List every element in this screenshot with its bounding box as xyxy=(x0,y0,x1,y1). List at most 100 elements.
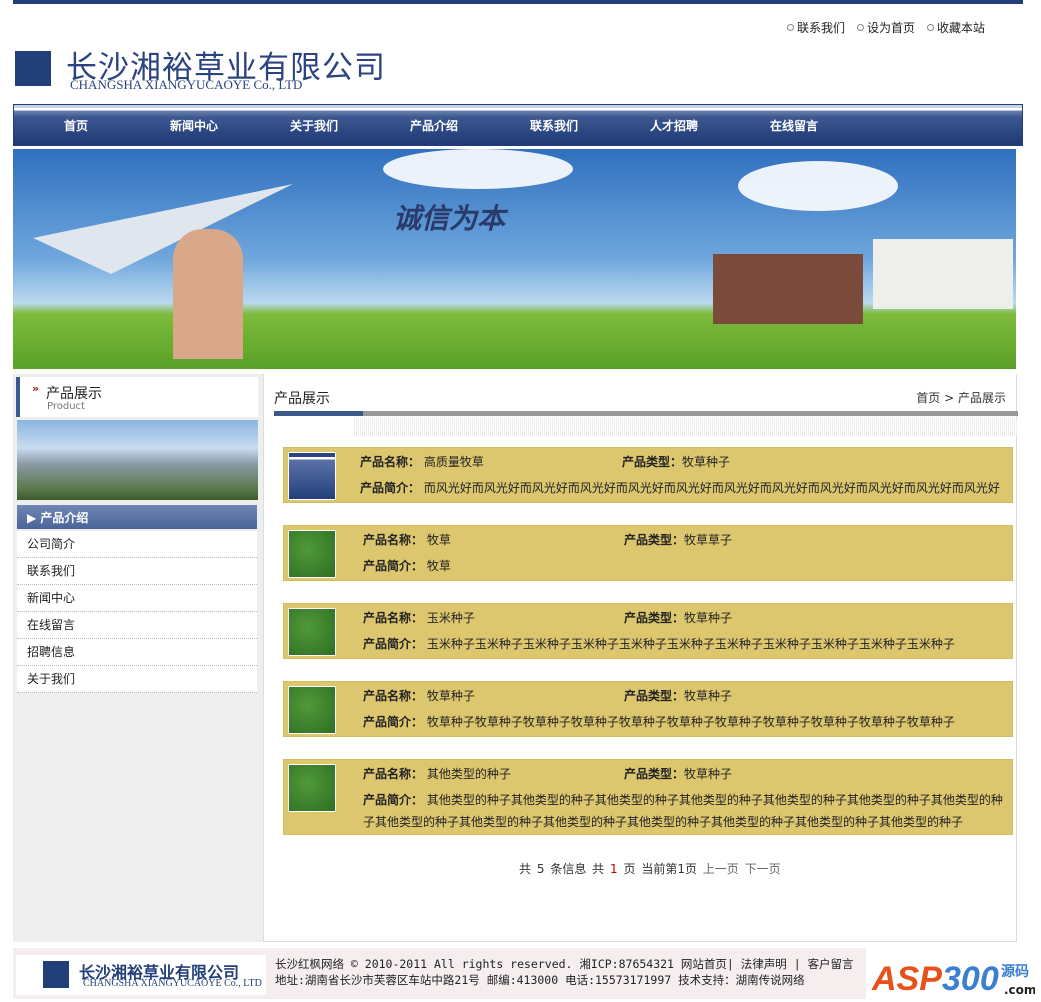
link-label: 联系我们 xyxy=(796,21,845,35)
bullet-icon xyxy=(926,24,934,31)
product-thumbnail[interactable] xyxy=(288,686,336,734)
product-name-row: 产品名称： 玉米种子 xyxy=(363,609,475,626)
pager-text: 共 xyxy=(519,862,532,876)
copyright: 长沙红枫网络 © 2010-2011 All rights reserved. … xyxy=(275,957,674,971)
footer: 长沙湘裕草业有限公司 CHANGSHA XIANGYUCAOYE Co., LT… xyxy=(13,948,866,999)
pagination: 共 5 条信息 共 1 页 当前第1页 上一页 下一页 xyxy=(519,860,781,877)
nav-about[interactable]: 关于我们 xyxy=(290,117,338,134)
top-links: 联系我们 设为首页 收藏本站 xyxy=(786,19,985,36)
footer-link-legal[interactable]: 法律声明 xyxy=(741,957,787,971)
nav-home[interactable]: 首页 xyxy=(64,117,88,134)
sidebar-menu: 公司简介 联系我们 新闻中心 在线留言 招聘信息 关于我们 xyxy=(17,531,257,693)
product-type: 牧草种子 xyxy=(684,611,733,625)
breadcrumb-sep: > xyxy=(944,391,955,405)
product-type-row: 产品类型：牧草草子 xyxy=(624,531,732,548)
svg-text:300: 300 xyxy=(942,960,999,998)
company-name-en: CHANGSHA XIANGYUCAOYE Co., LTD xyxy=(70,77,303,92)
label: 产品类型： xyxy=(624,689,685,703)
set-homepage-link[interactable]: 设为首页 xyxy=(856,19,915,36)
nav-jobs[interactable]: 人才招聘 xyxy=(650,117,698,134)
breadcrumb-home[interactable]: 首页 xyxy=(916,391,940,405)
label: 产品名称： xyxy=(363,689,424,703)
triangle-icon: ▶ xyxy=(27,511,41,525)
sidebar-item-message[interactable]: 在线留言 xyxy=(17,612,257,639)
product-type-row: 产品类型：牧草种子 xyxy=(622,453,730,470)
product-intro-row: 产品简介： 其他类型的种子其他类型的种子其他类型的种子其他类型的种子其他类型的种… xyxy=(363,789,1013,833)
label: 产品简介： xyxy=(363,793,424,807)
house xyxy=(713,254,863,324)
label: 产品简介： xyxy=(363,715,424,729)
product-name-row: 产品名称： 牧草种子 xyxy=(363,687,475,704)
paper-plane xyxy=(33,184,293,274)
footer-link-home[interactable]: 网站首页 xyxy=(681,957,727,971)
banner-image: 诚信为本 xyxy=(13,149,1016,369)
category-label: 产品介绍 xyxy=(40,511,89,525)
cloud xyxy=(383,149,573,189)
product-name[interactable]: 高质量牧草 xyxy=(424,455,484,469)
product-name[interactable]: 其他类型的种子 xyxy=(427,767,511,781)
sidebar-item-company[interactable]: 公司简介 xyxy=(17,531,257,558)
double-chevron-icon: » xyxy=(32,382,40,395)
product-name-row: 产品名称： 其他类型的种子 xyxy=(363,765,511,782)
product-thumbnail[interactable] xyxy=(288,452,336,500)
product-name[interactable]: 玉米种子 xyxy=(427,611,475,625)
pager-current: 当前第1页 xyxy=(641,862,697,876)
main-nav: 首页 新闻中心 关于我们 产品介绍 联系我们 人才招聘 在线留言 xyxy=(13,104,1023,146)
pager-total: 5 xyxy=(536,862,545,876)
hand xyxy=(173,229,243,359)
product-intro: 其他类型的种子其他类型的种子其他类型的种子其他类型的种子其他类型的种子其他类型的… xyxy=(363,793,1003,829)
nav-message[interactable]: 在线留言 xyxy=(770,117,818,134)
label: 产品类型： xyxy=(624,767,685,781)
svg-text:ASP: ASP xyxy=(871,960,942,998)
svg-text:.com: .com xyxy=(1004,983,1035,997)
product-name[interactable]: 牧草 xyxy=(427,533,451,547)
product-intro-row: 产品简介： 牧草种子牧草种子牧草种子牧草种子牧草种子牧草种子牧草种子牧草种子牧草… xyxy=(363,711,1023,733)
label: 产品简介： xyxy=(363,559,424,573)
label: 产品类型： xyxy=(624,611,685,625)
product-thumbnail[interactable] xyxy=(288,608,336,656)
product-intro-row: 产品简介： 而风光好而风光好而风光好而风光好而风光好而风光好而风光好而风光好而风… xyxy=(360,477,1020,499)
sidebar-item-about[interactable]: 关于我们 xyxy=(17,666,257,693)
breadcrumb: 首页 > 产品展示 xyxy=(916,389,1006,406)
product-type: 牧草种子 xyxy=(684,689,733,703)
top-bar xyxy=(13,0,1023,4)
footer-link-message[interactable]: 客户留言 xyxy=(808,957,854,971)
next-page-link[interactable]: 下一页 xyxy=(745,862,781,876)
nav-contact[interactable]: 联系我们 xyxy=(530,117,578,134)
sidebar-title: 产品展示 xyxy=(46,386,102,402)
bookmark-link[interactable]: 收藏本站 xyxy=(926,19,985,36)
breadcrumb-current: 产品展示 xyxy=(957,391,1006,405)
bullet-icon xyxy=(856,24,864,31)
product-name-row: 产品名称： 牧草 xyxy=(363,531,451,548)
prev-page-link[interactable]: 上一页 xyxy=(703,862,739,876)
sidebar-subtitle: Product xyxy=(47,401,85,412)
label: 产品类型： xyxy=(624,533,685,547)
sidebar-item-jobs[interactable]: 招聘信息 xyxy=(17,639,257,666)
nav-products[interactable]: 产品介绍 xyxy=(410,117,458,134)
product-thumbnail[interactable] xyxy=(288,530,336,578)
sidebar-item-news[interactable]: 新闻中心 xyxy=(17,585,257,612)
main-content: 产品展示 首页 > 产品展示 产品名称： 高质量牧草 产品类型：牧草种子 产品简… xyxy=(263,374,1018,942)
asp300-logo[interactable]: ASP 300 源码 .com xyxy=(870,948,1036,999)
page-title: 产品展示 xyxy=(274,391,330,407)
product-intro-row: 产品简介： 玉米种子玉米种子玉米种子玉米种子玉米种子玉米种子玉米种子玉米种子玉米… xyxy=(363,633,1023,655)
asp300-logo-icon: ASP 300 源码 .com xyxy=(871,960,1036,998)
dotted-band xyxy=(354,418,1018,436)
product-intro: 而风光好而风光好而风光好而风光好而风光好而风光好而风光好而风光好而风光好而风光好… xyxy=(423,481,1000,495)
pager-pages: 1 xyxy=(610,862,618,876)
product-thumbnail[interactable] xyxy=(288,764,336,812)
product-intro: 玉米种子玉米种子玉米种子玉米种子玉米种子玉米种子玉米种子玉米种子玉米种子玉米种子… xyxy=(426,637,955,651)
sidebar-item-contact[interactable]: 联系我们 xyxy=(17,558,257,585)
pager-text: 页 xyxy=(623,862,636,876)
link-label: 设为首页 xyxy=(866,21,915,35)
title-rule xyxy=(274,411,1018,416)
product-row: 产品名称： 高质量牧草 产品类型：牧草种子 产品简介： 而风光好而风光好而风光好… xyxy=(283,447,1013,503)
product-name[interactable]: 牧草种子 xyxy=(427,689,475,703)
sidebar-category: ▶ 产品介绍 xyxy=(17,505,257,529)
contact-link[interactable]: 联系我们 xyxy=(786,19,845,36)
label: 产品简介： xyxy=(363,637,424,651)
footer-company-name-en: CHANGSHA XIANGYUCAOYE Co., LTD xyxy=(83,978,262,989)
nav-news[interactable]: 新闻中心 xyxy=(170,117,218,134)
product-type: 牧草草子 xyxy=(684,533,733,547)
product-row: 产品名称： 牧草种子 产品类型：牧草种子 产品简介： 牧草种子牧草种子牧草种子牧… xyxy=(283,681,1013,737)
